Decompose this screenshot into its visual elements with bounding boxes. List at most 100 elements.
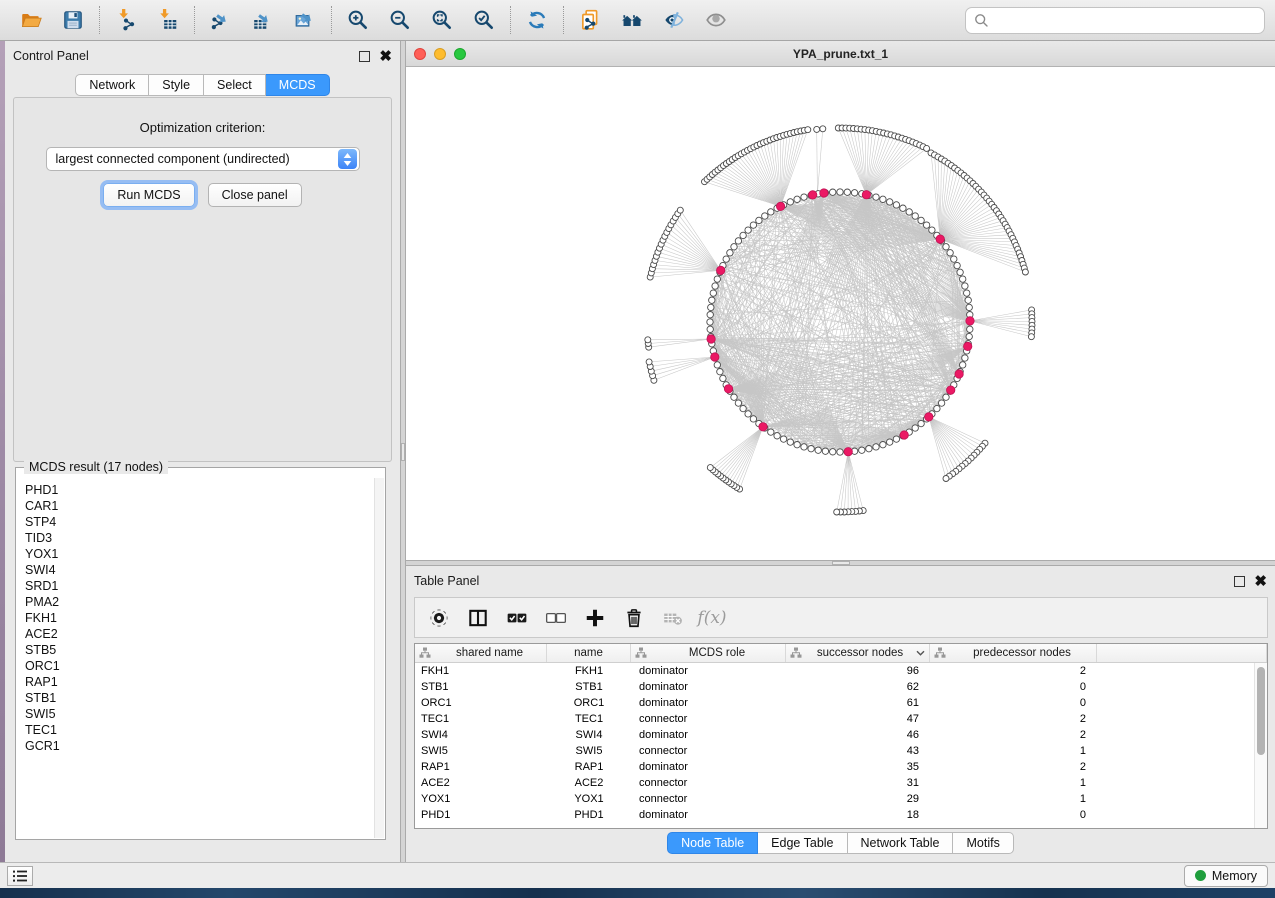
folder-open-icon [20, 9, 42, 31]
search-input[interactable] [989, 12, 1256, 28]
close-panel-icon[interactable]: ✖ [379, 51, 392, 62]
mcds-result-item[interactable]: STB5 [25, 642, 373, 658]
table-cell: 29 [786, 791, 930, 807]
optimization-criterion-select[interactable]: largest connected component (undirected) [46, 147, 360, 171]
float-panel-icon[interactable] [359, 51, 370, 62]
export-table-button[interactable] [246, 4, 280, 36]
network-graph [406, 67, 1275, 560]
column-header-name[interactable]: name [547, 644, 631, 662]
table-panel-title: Table Panel [414, 574, 479, 588]
export-table-icon [252, 9, 274, 31]
zoom-selected-button[interactable] [467, 4, 501, 36]
mcds-result-item[interactable]: STP4 [25, 514, 373, 530]
tab-network[interactable]: Network [75, 74, 149, 96]
mcds-result-item[interactable]: PMA2 [25, 594, 373, 610]
task-history-button[interactable] [7, 866, 33, 886]
mcds-result-item[interactable]: FKH1 [25, 610, 373, 626]
close-panel-button[interactable]: Close panel [208, 183, 302, 207]
tab-mcds[interactable]: MCDS [266, 74, 330, 96]
table-row-SWI4[interactable]: SWI4SWI4dominator462 [415, 727, 1267, 743]
first-neighbors-button[interactable] [615, 4, 649, 36]
run-mcds-button[interactable]: Run MCDS [103, 183, 194, 207]
table-cell: FKH1 [415, 663, 547, 679]
import-table-button[interactable] [151, 4, 185, 36]
table-cell: SWI4 [415, 727, 547, 743]
column-visibility-button[interactable] [467, 607, 489, 629]
column-type-icon [934, 647, 946, 659]
table-cell: ACE2 [415, 775, 547, 791]
refresh-button[interactable] [520, 4, 554, 36]
tab-motifs[interactable]: Motifs [953, 832, 1013, 854]
table-row-ACE2[interactable]: ACE2ACE2connector311 [415, 775, 1267, 791]
delete-column-button[interactable] [623, 607, 645, 629]
mcds-result-item[interactable]: SRD1 [25, 578, 373, 594]
network-canvas[interactable] [406, 67, 1275, 560]
memory-button[interactable]: Memory [1184, 865, 1268, 887]
mcds-result-item[interactable]: ACE2 [25, 626, 373, 642]
mcds-result-item[interactable]: PHD1 [25, 482, 373, 498]
tab-node-table[interactable]: Node Table [667, 832, 758, 854]
table-cell: 2 [930, 727, 1097, 743]
table-row-RAP1[interactable]: RAP1RAP1dominator352 [415, 759, 1267, 775]
column-header-shared-name[interactable]: shared name [415, 644, 547, 662]
mcds-result-item[interactable]: SWI5 [25, 706, 373, 722]
table-cell: 35 [786, 759, 930, 775]
deselect-all-button[interactable] [545, 607, 567, 629]
mcds-result-item[interactable]: STB1 [25, 690, 373, 706]
table-scrollbar-thumb[interactable] [1257, 667, 1265, 755]
mcds-result-item[interactable]: TID3 [25, 530, 373, 546]
column-header-MCDS-role[interactable]: MCDS role [631, 644, 786, 662]
export-image-button[interactable] [288, 4, 322, 36]
result-list-scrollbar[interactable] [374, 478, 384, 838]
table-row-PHD1[interactable]: PHD1PHD1dominator180 [415, 807, 1267, 823]
network-window-titlebar: YPA_prune.txt_1 [406, 41, 1275, 67]
select-all-button[interactable] [506, 607, 528, 629]
table-cell: RAP1 [547, 759, 631, 775]
hide-selected-button[interactable] [657, 4, 691, 36]
table-cell: TEC1 [415, 711, 547, 727]
table-row-FKH1[interactable]: FKH1FKH1dominator962 [415, 663, 1267, 679]
mcds-result-item[interactable]: GCR1 [25, 738, 373, 754]
network-from-selection-button[interactable] [573, 4, 607, 36]
table-row-SWI5[interactable]: SWI5SWI5connector431 [415, 743, 1267, 759]
horizontal-splitter-handle[interactable] [832, 561, 850, 565]
search-field[interactable] [965, 7, 1265, 34]
column-header-successor-nodes[interactable]: successor nodes [786, 644, 930, 662]
tab-style[interactable]: Style [149, 74, 204, 96]
add-column-button[interactable] [584, 607, 606, 629]
table-settings-button[interactable] [428, 607, 450, 629]
table-cell: YOX1 [415, 791, 547, 807]
show-hidden-button[interactable] [699, 4, 733, 36]
mcds-result-item[interactable]: TEC1 [25, 722, 373, 738]
close-table-panel-icon[interactable]: ✖ [1254, 576, 1267, 587]
column-header-predecessor-nodes[interactable]: predecessor nodes [930, 644, 1097, 662]
zoom-out-button[interactable] [383, 4, 417, 36]
tab-edge-table[interactable]: Edge Table [758, 832, 847, 854]
node-table: shared namenameMCDS rolesuccessor nodesp… [414, 643, 1268, 829]
table-scrollbar[interactable] [1254, 663, 1267, 828]
mcds-result-item[interactable]: SWI4 [25, 562, 373, 578]
table-panel-header: Table Panel ✖ [406, 566, 1275, 596]
hide-eye-icon [663, 9, 685, 31]
export-network-button[interactable] [204, 4, 238, 36]
zoom-fit-button[interactable] [425, 4, 459, 36]
table-cell: 1 [930, 791, 1097, 807]
tab-network-table[interactable]: Network Table [848, 832, 954, 854]
mcds-result-item[interactable]: YOX1 [25, 546, 373, 562]
save-session-button[interactable] [56, 4, 90, 36]
open-session-button[interactable] [14, 4, 48, 36]
table-row-STB1[interactable]: STB1STB1dominator620 [415, 679, 1267, 695]
mcds-result-item[interactable]: RAP1 [25, 674, 373, 690]
float-table-panel-icon[interactable] [1234, 576, 1245, 587]
table-row-ORC1[interactable]: ORC1ORC1dominator610 [415, 695, 1267, 711]
vertical-splitter-handle[interactable] [401, 443, 405, 461]
tab-select[interactable]: Select [204, 74, 266, 96]
search-icon [974, 13, 989, 28]
table-row-TEC1[interactable]: TEC1TEC1connector472 [415, 711, 1267, 727]
save-icon [62, 9, 84, 31]
table-row-YOX1[interactable]: YOX1YOX1connector291 [415, 791, 1267, 807]
mcds-result-item[interactable]: CAR1 [25, 498, 373, 514]
zoom-in-button[interactable] [341, 4, 375, 36]
import-network-button[interactable] [109, 4, 143, 36]
mcds-result-item[interactable]: ORC1 [25, 658, 373, 674]
